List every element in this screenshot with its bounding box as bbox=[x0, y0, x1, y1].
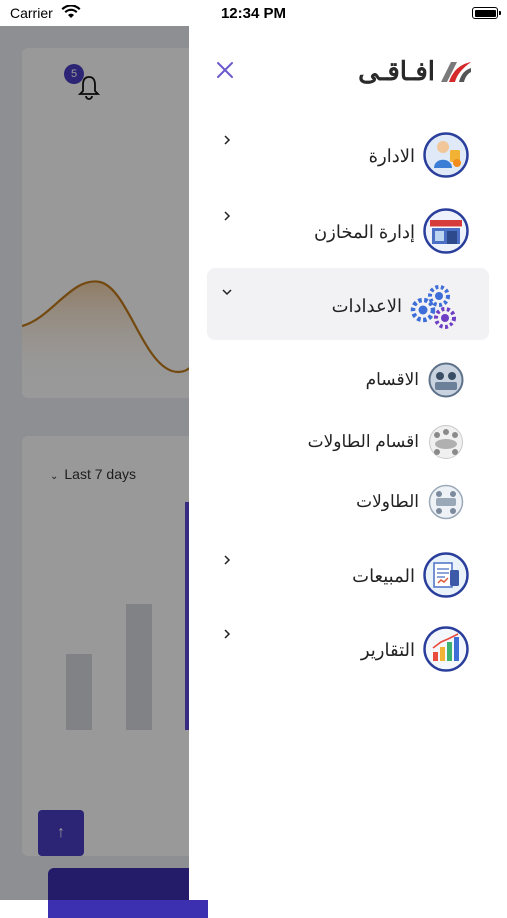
settings-gears-icon bbox=[410, 285, 456, 329]
submenu-item-label: اقسام الطاولات bbox=[307, 432, 419, 451]
table-sections-icon bbox=[429, 425, 463, 459]
submenu-item-label: الطاولات bbox=[356, 492, 419, 511]
chevron-left-icon bbox=[224, 211, 231, 221]
chevron-down-icon bbox=[222, 289, 232, 296]
chevron-left-icon bbox=[224, 555, 231, 565]
store-icon bbox=[423, 208, 469, 254]
sections-icon bbox=[428, 362, 464, 398]
tables-icon bbox=[428, 484, 464, 520]
menu-item-sales[interactable]: المبيعات bbox=[207, 542, 489, 614]
status-time: 12:34 PM bbox=[220, 5, 287, 22]
chevron-left-icon bbox=[224, 629, 231, 639]
menu-item-administration[interactable]: الادارة bbox=[207, 122, 489, 194]
submenu-item-table-sections[interactable]: اقسام الطاولات bbox=[207, 418, 489, 468]
navigation-drawer: افـاقـى الادارة إدارة المخازن الاعدادات … bbox=[189, 26, 507, 900]
submenu-item-label: الاقسام bbox=[365, 370, 419, 389]
menu-item-label: التقارير bbox=[360, 640, 415, 660]
sales-icon bbox=[423, 552, 469, 598]
menu-item-reports[interactable]: التقارير bbox=[207, 616, 489, 688]
reports-chart-icon bbox=[423, 626, 469, 672]
chevron-left-icon bbox=[224, 135, 231, 145]
submenu-item-sections[interactable]: الاقسام bbox=[207, 356, 489, 406]
menu-item-label: إدارة المخازن bbox=[313, 222, 415, 242]
admin-person-icon bbox=[423, 132, 469, 178]
menu-item-label: الادارة bbox=[368, 146, 415, 166]
battery-icon bbox=[472, 7, 501, 19]
submenu-item-tables[interactable]: الطاولات bbox=[207, 478, 489, 528]
menu-item-label: الاعدادات bbox=[331, 296, 402, 316]
brand-logo bbox=[441, 62, 471, 82]
status-bar: Carrier 12:34 PM bbox=[0, 0, 507, 26]
close-icon[interactable] bbox=[215, 60, 235, 80]
menu-item-label: المبيعات bbox=[352, 566, 415, 586]
brand-name: افـاقـى bbox=[358, 56, 435, 86]
menu-item-warehouse[interactable]: إدارة المخازن bbox=[207, 198, 489, 270]
menu-item-settings[interactable]: الاعدادات bbox=[207, 268, 489, 340]
